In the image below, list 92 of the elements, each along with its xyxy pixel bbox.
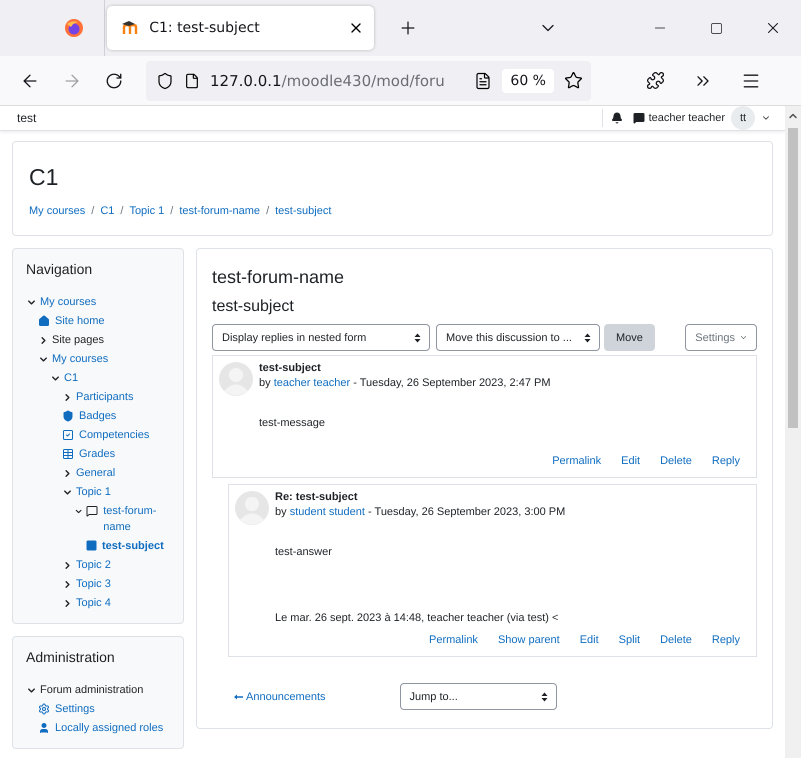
post-action-link[interactable]: Permalink [429,634,478,646]
browser-tab[interactable]: C1: test-subject [107,6,374,50]
site-name[interactable]: test [17,111,602,125]
user-name[interactable]: teacher teacher [648,112,725,124]
tree-item[interactable]: Competencies [79,427,150,443]
breadcrumb-separator: / [91,205,94,217]
post-message: test-message [259,417,326,429]
breadcrumb-link[interactable]: My courses [29,205,86,217]
post-byline: by student student - Tuesday, 26 September 2023, 3:00 PM [275,506,566,518]
breadcrumb-separator: / [266,205,270,217]
tree-item[interactable]: Forum administration [40,682,144,698]
chat-icon[interactable] [632,112,645,124]
star-icon[interactable] [564,71,583,90]
breadcrumb-link[interactable]: test-subject [275,205,332,217]
tree-item[interactable]: Site home [55,313,105,329]
puzzle-icon[interactable] [646,71,664,90]
tree-item[interactable]: test-subject [102,538,164,554]
avatar-icon [235,491,269,525]
tree-item[interactable]: My courses [40,294,96,310]
display-mode-select[interactable]: Display replies in nested form [212,324,430,351]
select-arrows-icon [414,332,421,342]
post-subject: Re: test-subject [275,491,359,503]
bell-icon[interactable] [610,112,623,124]
post-action-link[interactable]: Split [618,634,640,646]
tree-item[interactable]: Badges [79,408,116,424]
address-bar[interactable]: 127.0.0.1/moodle430/mod/foru 60 % [146,60,591,100]
quoted-text: Le mar. 26 sept. 2023 à 14:48, teacher teacher (via test) < [275,612,560,624]
breadcrumb-link[interactable]: C1 [100,205,114,217]
shield-icon [62,410,74,422]
browser-logo-icon [64,18,84,38]
breadcrumb-separator: / [120,205,124,217]
block-title: Administration [26,649,116,665]
avatar-icon [219,362,253,396]
post-action-link[interactable]: Edit [621,455,640,467]
course-title: C1 [29,164,60,191]
url-path: /moodle430/mod/foru [282,72,445,90]
tree-item[interactable]: Settings [55,701,95,717]
post-action-link[interactable]: Reply [712,634,740,646]
tree-item[interactable]: Topic 2 [76,557,111,573]
jump-to-select[interactable]: Jump to... [400,683,556,710]
post-action-link[interactable]: Permalink [552,455,602,467]
reader-view-icon[interactable] [474,72,492,90]
user-avatar[interactable]: tt [731,106,755,130]
arrow-left-icon [234,694,243,700]
breadcrumb-link[interactable]: test-forum-name [179,205,260,217]
settings-button[interactable]: Settings [685,324,757,351]
move-target-select[interactable]: Move this discussion to ... [436,324,600,351]
tree-item[interactable]: Grades [79,446,116,462]
post-subject: test-subject [259,362,322,374]
maximize-icon[interactable] [710,22,724,34]
breadcrumb-separator: / [170,205,174,217]
breadcrumb-link[interactable]: Topic 1 [129,205,164,217]
tree-item[interactable]: C1 [64,370,78,386]
author-link[interactable]: student student [290,506,365,518]
post-action-link[interactable]: Show parent [498,634,560,646]
tree-item[interactable]: Topic 1 [76,484,111,500]
select-arrows-icon [584,332,591,342]
post-byline: by teacher teacher - Tuesday, 26 September 2023, 2:47 PM [259,377,552,389]
post-action-link[interactable]: Edit [580,634,599,646]
scrollbar[interactable] [785,106,801,758]
tree-item[interactable]: General [76,465,116,481]
zoom-level[interactable]: 60 % [502,68,554,92]
person-icon [38,722,50,734]
discussion-title: test-subject [212,298,295,316]
gear-icon [38,703,50,715]
post-action-link[interactable]: Delete [660,634,692,646]
tree-item[interactable]: Topic 3 [76,576,111,592]
page-icon [184,72,200,88]
tree-item[interactable]: Locally assigned roles [55,720,164,736]
block-title: Navigation [26,261,94,277]
tree-item[interactable]: Participants [76,389,134,405]
tree-item[interactable]: My courses [52,351,108,367]
post-action-link[interactable]: Reply [712,455,740,467]
checkbox-icon [62,429,74,441]
chat-icon [86,505,98,517]
tab-title: C1: test-subject [149,20,261,36]
url-host: 127.0.0.1 [210,72,282,90]
post-message: test-answer [275,546,333,558]
shield-icon [156,72,174,90]
post-action-link[interactable]: Delete [660,455,692,467]
author-link[interactable]: teacher teacher [274,377,350,389]
move-button[interactable]: Move [604,324,655,351]
home-icon [38,315,50,327]
square-icon [86,540,97,551]
table-icon [62,448,74,460]
reload-icon[interactable] [105,72,123,90]
previous-activity-link[interactable]: Announcements [234,690,326,702]
tree-item[interactable]: Topic 4 [76,595,111,611]
tree-item[interactable]: Site pages [52,332,104,348]
caret-icon [739,333,748,342]
forum-title: test-forum-name [212,267,346,288]
select-arrows-icon [540,692,548,702]
